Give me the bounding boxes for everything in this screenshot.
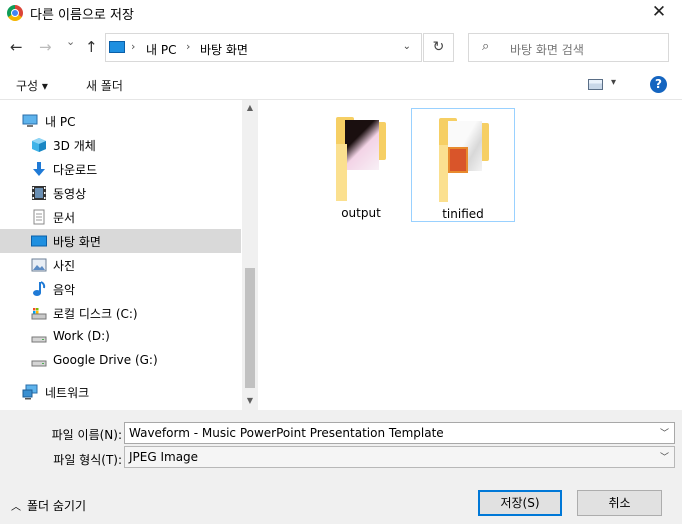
hide-folders-toggle[interactable]: ︿ 폴더 숨기기: [11, 497, 86, 514]
recent-locations-button[interactable]: ⌄: [66, 35, 75, 48]
chevron-down-icon[interactable]: ⌄: [403, 41, 411, 52]
sidebar-item-label: 동영상: [53, 187, 87, 201]
new-folder-button[interactable]: 새 폴더: [86, 77, 123, 94]
organize-menu[interactable]: 구성 ▾: [16, 77, 48, 94]
sidebar-item-downloads[interactable]: 다운로드: [0, 157, 241, 181]
sidebar-item-this-pc[interactable]: 내 PC: [0, 109, 241, 133]
sidebar-item-documents[interactable]: 문서: [0, 205, 241, 229]
picture-icon: [31, 257, 47, 273]
filename-label: 파일 이름(N):: [51, 428, 122, 442]
main-area: 내 PC 3D 개체 다운로드 동영상 문서 바탕 화면 사진 음악 로컬 디스…: [0, 99, 682, 411]
sidebar-item-label: 음악: [53, 283, 76, 297]
window-title: 다른 이름으로 저장: [30, 8, 134, 23]
chevron-up-icon: ︿: [11, 502, 21, 513]
breadcrumb-separator[interactable]: ›: [131, 40, 135, 53]
search-icon: ⌕: [482, 39, 490, 54]
sidebar-item-desktop[interactable]: 바탕 화면: [0, 229, 241, 253]
desktop-icon: [31, 233, 47, 249]
save-button[interactable]: 저장(S): [478, 490, 562, 516]
document-icon: [31, 209, 47, 225]
sidebar-item-3d-objects[interactable]: 3D 개체: [0, 133, 241, 157]
sidebar-item-label: 내 PC: [45, 115, 76, 129]
sidebar-item-network[interactable]: 네트워크: [0, 380, 241, 404]
scroll-thumb[interactable]: [245, 268, 255, 388]
folder-name: tinified: [442, 207, 484, 221]
navigation-pane: 내 PC 3D 개체 다운로드 동영상 문서 바탕 화면 사진 음악 로컬 디스…: [0, 100, 258, 411]
sidebar-item-label: 문서: [53, 211, 76, 225]
hide-folders-label: 폴더 숨기기: [27, 499, 87, 513]
file-list: output tinified: [258, 100, 682, 411]
view-dropdown[interactable]: ▾: [611, 77, 616, 88]
3d-objects-icon: [31, 137, 47, 153]
navigation-bar: ← → ⌄ ↑ › 내 PC › 바탕 화면 ⌄ ↻ ⌕ 바탕 화면 검색: [0, 32, 682, 64]
breadcrumb-this-pc[interactable]: 내 PC: [146, 41, 176, 58]
drive-icon: [31, 329, 47, 345]
filetype-label: 파일 형식(T):: [53, 453, 122, 467]
sidebar-item-label: Work (D:): [53, 329, 110, 343]
sidebar-item-videos[interactable]: 동영상: [0, 181, 241, 205]
download-icon: [31, 161, 47, 177]
folder-item-output[interactable]: output: [309, 108, 413, 222]
local-disk-icon: [31, 305, 47, 321]
sidebar-item-google-drive[interactable]: Google Drive (G:): [0, 349, 241, 373]
chevron-down-icon[interactable]: ﹀: [660, 426, 669, 439]
cancel-button[interactable]: 취소: [577, 490, 662, 516]
scroll-up-button[interactable]: ▲: [242, 100, 258, 116]
save-form: 파일 이름(N): Waveform - Music PowerPoint Pr…: [0, 410, 682, 524]
folder-name: output: [341, 206, 381, 220]
sidebar-item-label: 네트워크: [45, 386, 90, 400]
filename-input[interactable]: Waveform - Music PowerPoint Presentation…: [129, 426, 444, 440]
sidebar-item-label: 바탕 화면: [53, 235, 101, 249]
refresh-button[interactable]: ↻: [423, 33, 454, 62]
chrome-icon: [7, 5, 23, 21]
back-button[interactable]: ←: [10, 38, 23, 56]
address-bar[interactable]: › 내 PC › 바탕 화면 ⌄: [105, 33, 422, 62]
sidebar-item-label: 사진: [53, 259, 76, 273]
view-icon[interactable]: [588, 79, 603, 90]
sidebar-scrollbar[interactable]: ▲ ▼: [242, 100, 258, 411]
sidebar-item-work-drive[interactable]: Work (D:): [0, 325, 241, 349]
sidebar-item-local-disk[interactable]: 로컬 디스크 (C:): [0, 301, 241, 325]
music-icon: [31, 281, 47, 297]
forward-button[interactable]: →: [39, 38, 52, 56]
scroll-down-button[interactable]: ▼: [242, 393, 258, 409]
video-icon: [31, 185, 47, 201]
chevron-down-icon[interactable]: ﹀: [660, 450, 669, 463]
breadcrumb-separator[interactable]: ›: [186, 40, 190, 53]
sidebar-item-pictures[interactable]: 사진: [0, 253, 241, 277]
title-bar: 다른 이름으로 저장 ✕: [0, 0, 682, 26]
breadcrumb-desktop[interactable]: 바탕 화면: [200, 41, 248, 58]
help-button[interactable]: ?: [650, 76, 667, 93]
filetype-select[interactable]: JPEG Image ﹀: [124, 446, 675, 468]
network-icon: [22, 384, 38, 400]
folder-item-tinified[interactable]: tinified: [411, 108, 515, 222]
drive-icon: [31, 353, 47, 369]
folder-preview-thumbnail: [345, 120, 379, 170]
sidebar-item-label: 3D 개체: [53, 139, 96, 153]
sidebar-item-label: Google Drive (G:): [53, 353, 158, 367]
sidebar-item-label: 로컬 디스크 (C:): [53, 307, 138, 321]
sidebar-item-music[interactable]: 음악: [0, 277, 241, 301]
command-toolbar: 구성 ▾ 새 폴더 ▾ ?: [0, 72, 682, 98]
up-button[interactable]: ↑: [85, 38, 98, 56]
search-box[interactable]: ⌕ 바탕 화면 검색: [468, 33, 669, 62]
filetype-value: JPEG Image: [129, 450, 199, 464]
image-preview-icon: [448, 147, 468, 173]
filename-field[interactable]: Waveform - Music PowerPoint Presentation…: [124, 422, 675, 444]
pc-icon: [109, 41, 125, 53]
search-input[interactable]: 바탕 화면 검색: [510, 41, 584, 58]
sidebar-item-label: 다운로드: [53, 163, 98, 177]
pc-icon: [22, 113, 38, 129]
close-button[interactable]: ✕: [636, 0, 682, 26]
